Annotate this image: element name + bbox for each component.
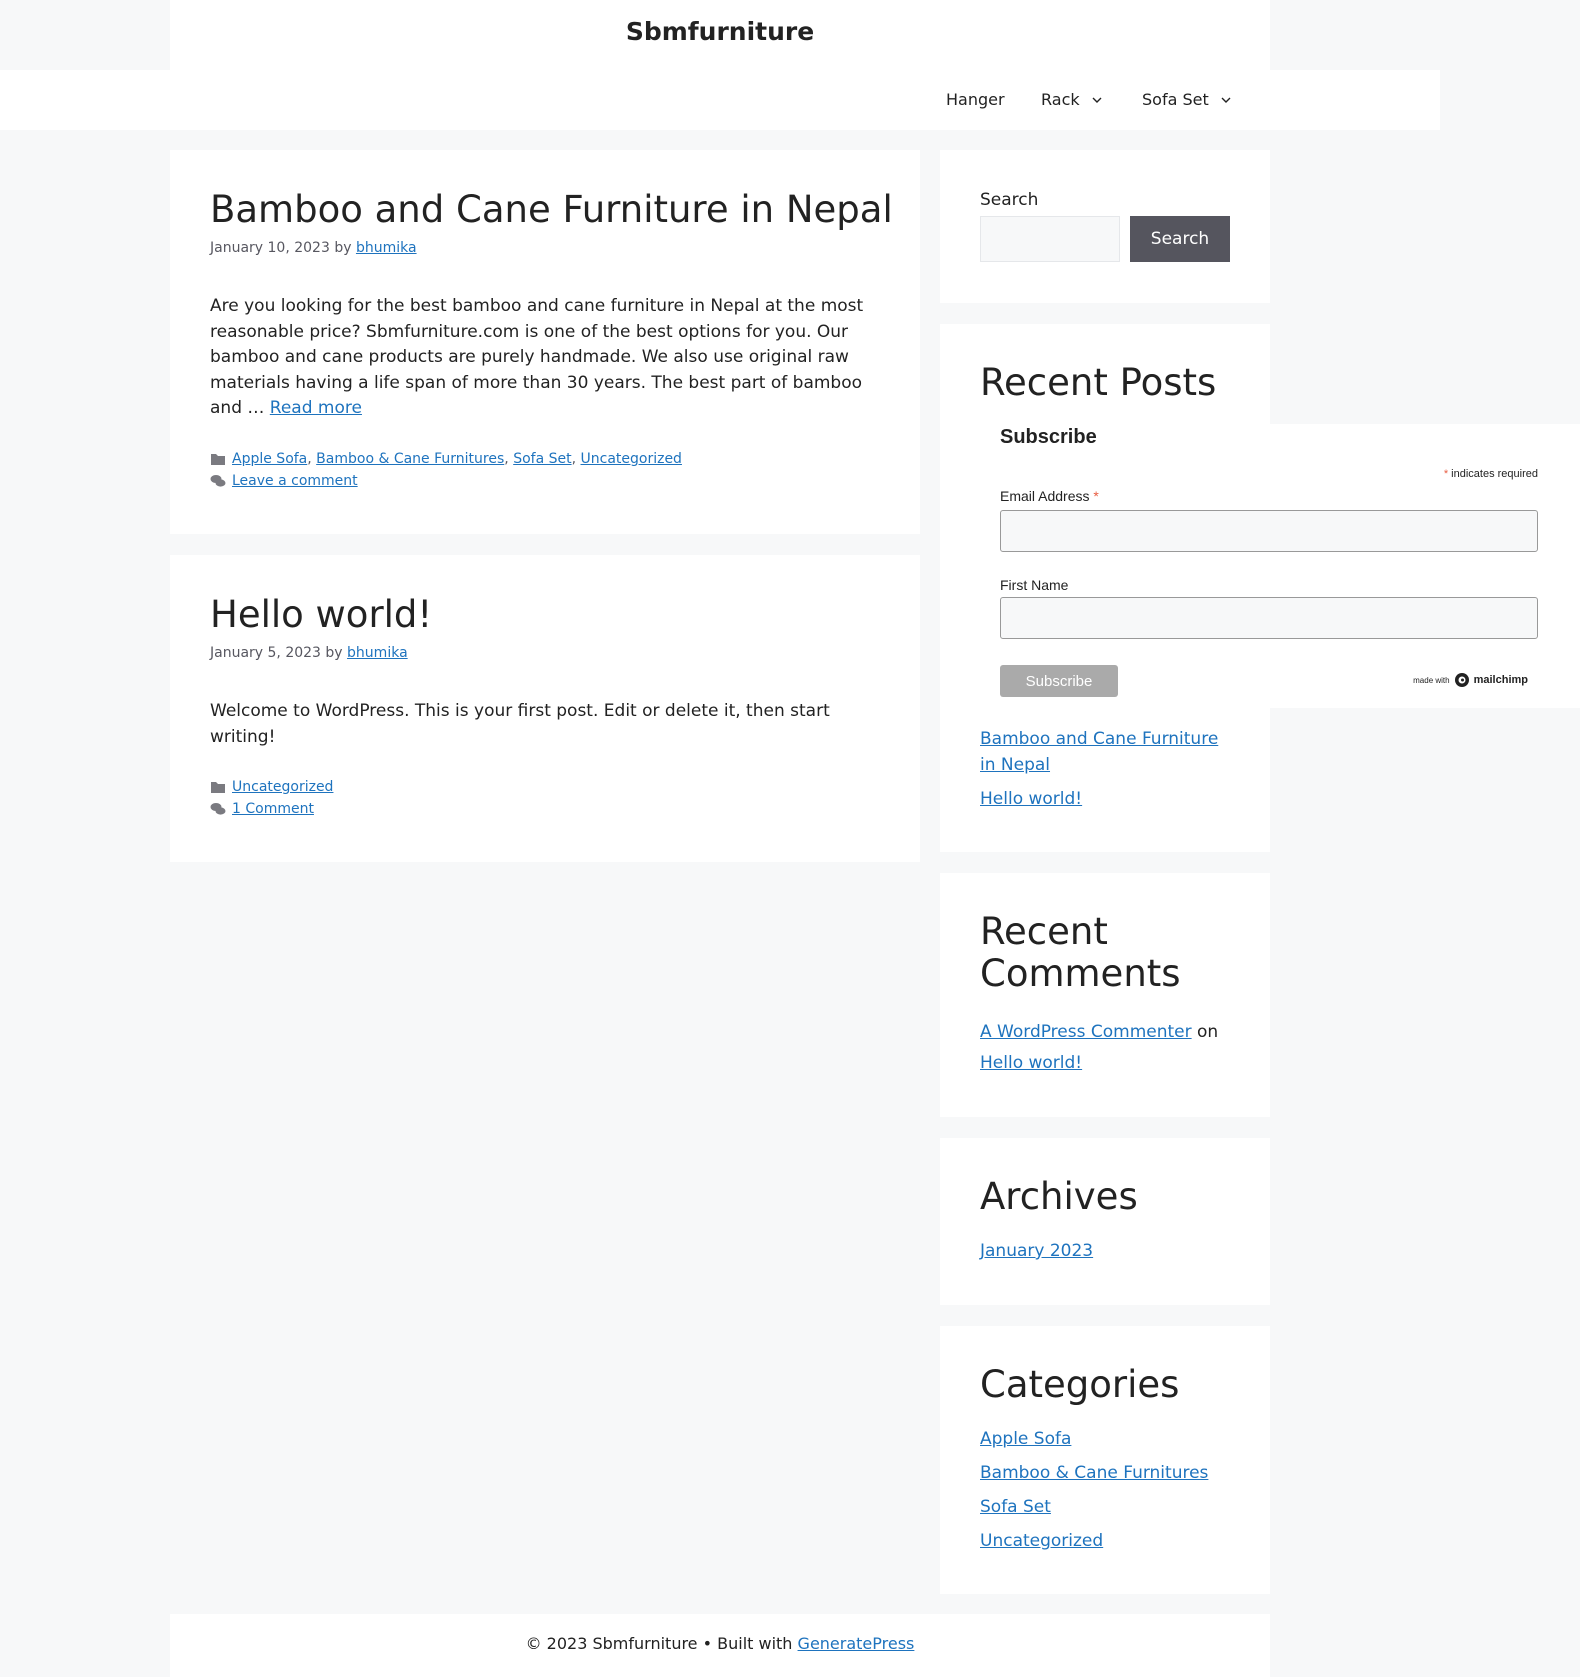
first-name-label: First Name (1000, 577, 1069, 593)
archive-link[interactable]: January 2023 (980, 1238, 1093, 1264)
post-author-link[interactable]: bhumika (347, 645, 408, 661)
required-asterisk: * (1093, 488, 1099, 504)
comments-icon (210, 803, 226, 815)
post-excerpt: Welcome to WordPress. This is your first… (210, 701, 830, 747)
post-card: Bamboo and Cane Furniture in Nepal Janua… (170, 150, 920, 534)
site-header: Sbmfurniture (170, 0, 1270, 70)
widget-title: Archives (980, 1175, 1138, 1218)
main-navigation: Hanger Rack Sofa Set (0, 70, 1440, 130)
sidebar-category-link[interactable]: Uncategorized (980, 1528, 1103, 1554)
comments-icon (210, 475, 226, 487)
search-button[interactable]: Search (1130, 216, 1230, 262)
email-field[interactable] (1000, 510, 1538, 552)
required-asterisk: * (1443, 468, 1449, 480)
first-name-field[interactable] (1000, 597, 1538, 639)
post-title[interactable]: Bamboo and Cane Furniture in Nepal (210, 188, 893, 231)
folder-icon (211, 454, 225, 465)
copyright-text: © 2023 Sbmfurniture • Built with (525, 1634, 793, 1653)
post-meta: January 10, 2023 by bhumika (210, 240, 417, 256)
post-excerpt: Are you looking for the best bamboo and … (210, 294, 880, 422)
recent-post-link[interactable]: Bamboo and Cane Furniture in Nepal (980, 726, 1230, 778)
post-title-link[interactable]: Hello world! (210, 593, 432, 636)
comment-author-link[interactable]: A WordPress Commenter (980, 1022, 1192, 1042)
site-footer: © 2023 Sbmfurniture • Built with Generat… (170, 1614, 1270, 1677)
recent-comment-item: A WordPress Commenter on Hello world! (980, 1017, 1240, 1079)
post-author-link[interactable]: bhumika (356, 240, 417, 256)
post-categories: Uncategorized (210, 779, 333, 795)
comments-link[interactable]: Leave a comment (232, 473, 358, 489)
category-link[interactable]: Uncategorized (581, 451, 682, 467)
email-label-text: Email Address (1000, 488, 1090, 504)
nav-item-rack[interactable]: Rack (1041, 90, 1104, 109)
nav-item-label: Hanger (946, 90, 1005, 109)
post-by: by (334, 240, 352, 256)
folder-icon (211, 782, 225, 793)
badge-brand: mailchimp (1473, 674, 1528, 686)
email-label: Email Address * (1000, 488, 1099, 504)
post-by: by (325, 645, 343, 661)
nav-item-label: Sofa Set (1142, 90, 1209, 109)
archives-widget: Archives January 2023 (940, 1138, 1270, 1305)
chevron-down-icon (1092, 97, 1102, 103)
mailchimp-badge[interactable]: made with mailchimp (1413, 672, 1528, 688)
recent-comments-widget: Recent Comments A WordPress Commenter on… (940, 873, 1270, 1117)
post-date: January 5, 2023 (210, 645, 321, 661)
read-more-link[interactable]: Read more (270, 398, 362, 418)
category-link[interactable]: Apple Sofa (232, 451, 307, 467)
subscribe-title: Subscribe (1000, 426, 1097, 448)
widget-title: Categories (980, 1363, 1180, 1406)
post-comments: 1 Comment (210, 801, 314, 817)
required-note: * indicates required (1444, 468, 1538, 480)
search-widget: Search Search (940, 150, 1270, 303)
post-card: Hello world! January 5, 2023 by bhumika … (170, 555, 920, 862)
sidebar-category-link[interactable]: Sofa Set (980, 1494, 1051, 1520)
mailchimp-logo-icon (1454, 673, 1469, 687)
recent-post-link[interactable]: Hello world! (980, 786, 1082, 812)
sidebar-category-link[interactable]: Apple Sofa (980, 1426, 1071, 1452)
nav-item-label: Rack (1041, 90, 1080, 109)
widget-title: Recent Posts (980, 361, 1217, 404)
post-comments: Leave a comment (210, 473, 358, 489)
category-link[interactable]: Uncategorized (232, 779, 333, 795)
sidebar-category-link[interactable]: Bamboo & Cane Furnitures (980, 1460, 1208, 1486)
nav-item-sofa-set[interactable]: Sofa Set (1142, 90, 1233, 109)
categories-widget: Categories Apple Sofa Bamboo & Cane Furn… (940, 1326, 1270, 1594)
search-label: Search (980, 190, 1039, 210)
site-title[interactable]: Sbmfurniture (170, 17, 1270, 46)
subscribe-button[interactable]: Subscribe (1000, 665, 1118, 697)
comment-post-link[interactable]: Hello world! (980, 1053, 1082, 1073)
theme-link[interactable]: GeneratePress (798, 1634, 915, 1653)
badge-made-with: made with (1413, 675, 1450, 685)
search-input[interactable] (980, 216, 1120, 262)
required-note-text: indicates required (1451, 468, 1538, 480)
nav-item-hanger[interactable]: Hanger (946, 90, 1005, 109)
post-title-link[interactable]: Bamboo and Cane Furniture in Nepal (210, 188, 893, 231)
post-meta: January 5, 2023 by bhumika (210, 645, 408, 661)
mailchimp-signup-form: Subscribe * indicates required Email Add… (980, 424, 1580, 708)
chevron-down-icon (1221, 97, 1231, 103)
category-link[interactable]: Sofa Set (513, 451, 571, 467)
post-categories: Apple Sofa, Bamboo & Cane Furnitures, So… (210, 451, 682, 467)
footer-copyright: © 2023 Sbmfurniture • Built with Generat… (170, 1634, 1270, 1653)
comment-on-text: on (1197, 1022, 1219, 1042)
comments-link[interactable]: 1 Comment (232, 801, 314, 817)
post-date: January 10, 2023 (210, 240, 330, 256)
widget-title: Recent Comments (980, 910, 1181, 995)
post-title[interactable]: Hello world! (210, 593, 432, 636)
category-link[interactable]: Bamboo & Cane Furnitures (316, 451, 504, 467)
